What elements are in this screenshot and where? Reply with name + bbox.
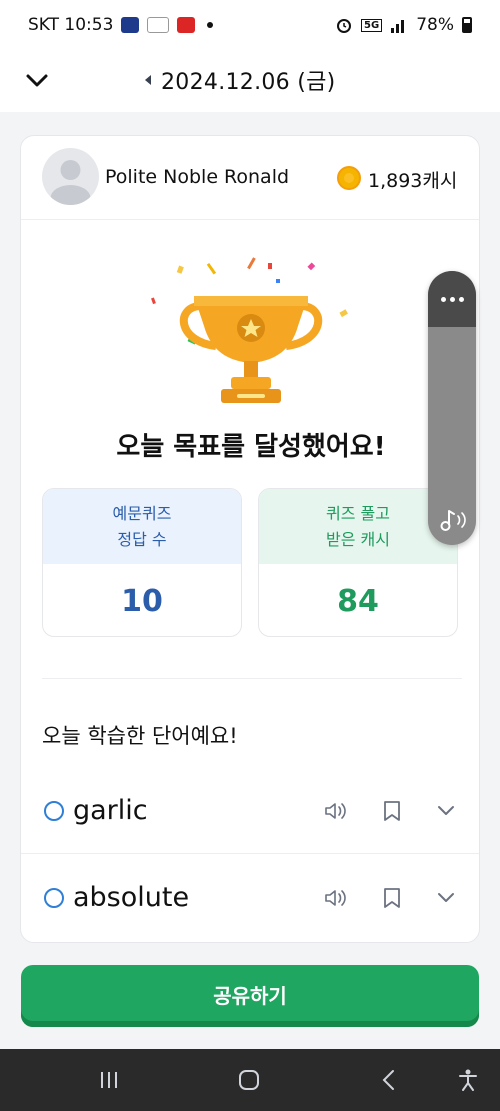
back-icon [382,1070,394,1090]
more-dots-icon [440,296,464,302]
recent-apps-button[interactable] [96,1068,122,1092]
word-row[interactable]: garlic [21,768,479,854]
notification-app-icon [177,17,196,33]
previous-date-icon[interactable] [145,75,151,85]
status-circle-icon [44,888,64,908]
speaker-icon[interactable] [323,885,349,911]
music-note-icon[interactable] [438,507,468,535]
floating-audio-widget[interactable] [428,271,476,545]
cash-balance: 1,893캐시 [368,170,458,192]
user-name: Polite Noble Ronald [105,166,290,188]
status-bar: SKT 10:53 5G 78% [0,0,500,50]
quiz-correct-stat: 예문퀴즈 정답 수 10 [42,488,242,637]
home-button[interactable] [236,1068,262,1092]
accessibility-icon [459,1069,477,1091]
default-avatar-icon [50,160,91,205]
status-left: SKT 10:53 [28,15,214,35]
more-notifications-dot [207,22,214,28]
status-circle-icon [44,801,64,821]
system-navigation-bar [0,1049,500,1111]
recent-apps-icon [101,1072,117,1088]
bookmark-icon[interactable] [379,798,405,824]
chevron-down-icon [26,74,48,87]
trophy-icon [151,257,348,403]
battery-icon [462,17,472,33]
stat-value: 10 [121,583,163,619]
bookmark-icon[interactable] [379,885,405,911]
word-row[interactable]: absolute [21,855,479,941]
stat-label-line2: 정답 수 [117,529,167,549]
word-text: absolute [73,882,190,913]
more-options-button[interactable] [428,271,476,327]
achievement-title: 오늘 목표를 달성했어요! [116,432,386,462]
profile-row: Polite Noble Ronald 1,893캐시 [21,136,479,220]
carrier-time: SKT 10:53 [28,15,114,35]
result-card: Polite Noble Ronald 1,893캐시 오늘 목표를 달성했어요… [20,135,480,943]
stat-label: 예문퀴즈 정답 수 [43,489,241,564]
back-button[interactable] [376,1068,402,1092]
notification-app-icon [121,17,140,33]
learned-words-title: 오늘 학습한 단어예요! [42,724,238,748]
notification-app-icon [147,17,170,33]
stat-label-line2: 받은 캐시 [326,529,390,549]
date-title: 2024.12.06 (금) [161,70,336,95]
word-text: garlic [73,795,148,826]
coin-icon [337,166,361,190]
signal-icon [391,20,405,33]
stat-label-line1: 예문퀴즈 [112,503,172,523]
top-navigation: 2024.12.06 (금) [0,50,500,112]
chevron-down-icon[interactable] [433,798,459,824]
stat-label-line1: 퀴즈 풀고 [326,503,390,523]
date-selector[interactable]: 2024.12.06 (금) [145,64,336,96]
accessibility-button[interactable] [455,1068,481,1092]
speaker-icon[interactable] [323,798,349,824]
divider [42,678,462,679]
share-button[interactable]: 공유하기 [21,965,479,1027]
collapse-button[interactable] [22,66,52,96]
alarm-icon [337,19,352,33]
avatar [42,148,99,205]
stat-value: 84 [337,583,379,619]
battery-percent: 78% [416,15,454,35]
network-badge: 5G [361,18,383,32]
status-right: 5G 78% [335,15,472,35]
home-icon [239,1070,259,1090]
chevron-down-icon[interactable] [433,885,459,911]
